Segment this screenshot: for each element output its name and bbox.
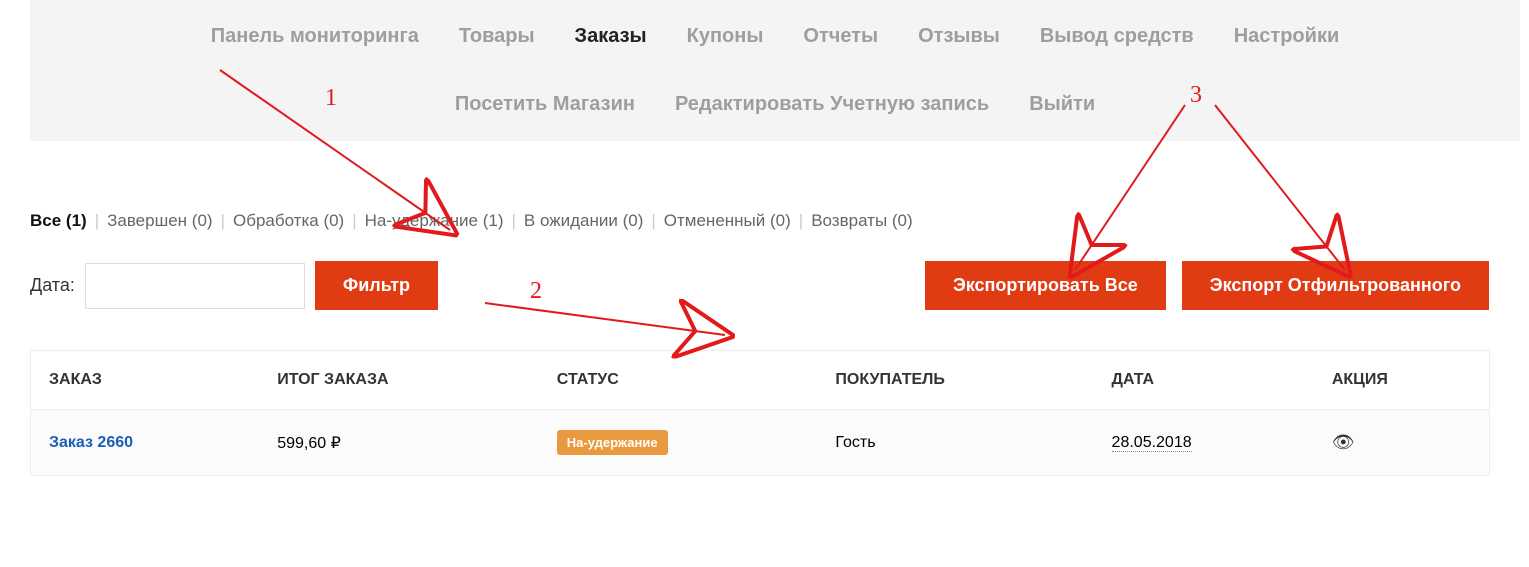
status-filter-tabs: Все (1) | Завершен (0) | Обработка (0) |…: [30, 211, 1529, 231]
tab-pending[interactable]: В ожидании (0): [524, 211, 643, 231]
divider: |: [352, 211, 356, 231]
nav-logout[interactable]: Выйти: [1029, 93, 1095, 116]
cell-date: 28.05.2018: [1112, 434, 1192, 452]
divider: |: [95, 211, 99, 231]
tab-all[interactable]: Все (1): [30, 211, 87, 231]
tab-completed[interactable]: Завершен (0): [107, 211, 212, 231]
annotation-number-2: 2: [530, 278, 542, 305]
th-status: СТАТУС: [539, 351, 818, 410]
tab-refunded[interactable]: Возвраты (0): [811, 211, 912, 231]
th-date: ДАТА: [1094, 351, 1314, 410]
divider: |: [221, 211, 225, 231]
th-customer: ПОКУПАТЕЛЬ: [817, 351, 1093, 410]
nav-reports[interactable]: Отчеты: [803, 25, 878, 48]
nav-row-1: Панель мониторинга Товары Заказы Купоны …: [30, 25, 1520, 48]
export-buttons: Экспортировать Все Экспорт Отфильтрованн…: [925, 261, 1489, 310]
nav-row-2: Посетить Магазин Редактировать Учетную з…: [30, 93, 1520, 116]
cell-customer: Гость: [817, 410, 1093, 476]
nav-reviews[interactable]: Отзывы: [918, 25, 1000, 48]
export-all-button[interactable]: Экспортировать Все: [925, 261, 1166, 310]
th-action: АКЦИЯ: [1314, 351, 1490, 410]
status-badge: На-удержание: [557, 430, 668, 455]
nav-dashboard[interactable]: Панель мониторинга: [211, 25, 419, 48]
nav-edit-account[interactable]: Редактировать Учетную запись: [675, 93, 989, 116]
date-label: Дата:: [30, 275, 75, 296]
annotation-number-3: 3: [1190, 82, 1202, 109]
th-order: ЗАКАЗ: [31, 351, 260, 410]
nav-settings[interactable]: Настройки: [1234, 25, 1340, 48]
nav-orders[interactable]: Заказы: [575, 25, 647, 48]
order-link[interactable]: Заказ 2660: [49, 434, 133, 451]
divider: |: [511, 211, 515, 231]
top-navigation: Панель мониторинга Товары Заказы Купоны …: [30, 0, 1520, 141]
orders-table: ЗАКАЗ ИТОГ ЗАКАЗА СТАТУС ПОКУПАТЕЛЬ ДАТА…: [30, 350, 1490, 476]
th-total: ИТОГ ЗАКАЗА: [259, 351, 539, 410]
table-row: Заказ 2660 599,60 ₽ На-удержание Гость 2…: [31, 410, 1490, 476]
divider: |: [799, 211, 803, 231]
nav-products[interactable]: Товары: [459, 25, 535, 48]
table-header-row: ЗАКАЗ ИТОГ ЗАКАЗА СТАТУС ПОКУПАТЕЛЬ ДАТА…: [31, 351, 1490, 410]
cell-total: 599,60 ₽: [259, 410, 539, 476]
filter-button[interactable]: Фильтр: [315, 261, 438, 310]
nav-visit-store[interactable]: Посетить Магазин: [455, 93, 635, 116]
filter-row: Дата: Фильтр Экспортировать Все Экспорт …: [30, 261, 1529, 310]
view-icon[interactable]: 👁: [1332, 432, 1355, 452]
nav-withdraw[interactable]: Вывод средств: [1040, 25, 1194, 48]
annotation-number-1: 1: [325, 85, 337, 112]
export-filtered-button[interactable]: Экспорт Отфильтрованного: [1182, 261, 1489, 310]
tab-processing[interactable]: Обработка (0): [233, 211, 344, 231]
tab-cancelled[interactable]: Отмененный (0): [664, 211, 791, 231]
divider: |: [651, 211, 655, 231]
date-input[interactable]: [85, 263, 305, 309]
tab-on-hold[interactable]: На-удержание (1): [365, 211, 504, 231]
nav-coupons[interactable]: Купоны: [687, 25, 764, 48]
